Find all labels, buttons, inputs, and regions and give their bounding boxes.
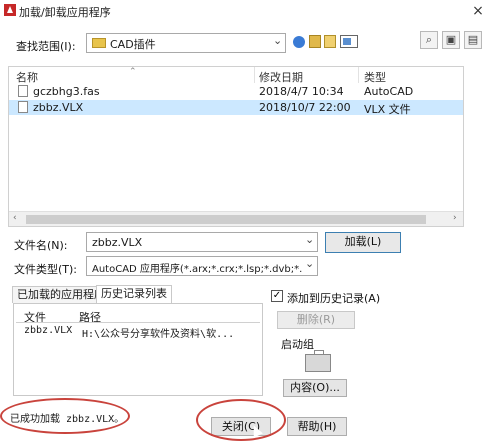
- file-icon: [18, 101, 28, 113]
- startup-group-label: 启动组: [281, 338, 314, 351]
- remove-button[interactable]: 删除(R): [277, 311, 355, 329]
- add-history-label: 添加到历史记录(A): [287, 292, 381, 305]
- file-list[interactable]: 名称 ⌃ 修改日期 类型 gczbhg3.fas 2018/4/7 10:34 …: [8, 66, 464, 227]
- file-name: gczbhg3.fas: [33, 85, 100, 98]
- file-type: VLX 文件: [364, 103, 411, 116]
- autocad-app-icon: [4, 4, 16, 16]
- web-icon[interactable]: ▤: [464, 31, 482, 49]
- lookin-combo[interactable]: CAD插件 ⌄: [86, 33, 286, 53]
- filename-label: 文件名(N):: [14, 239, 68, 252]
- back-icon[interactable]: [293, 36, 305, 48]
- lookin-value: CAD插件: [110, 38, 156, 51]
- column-divider: [254, 67, 255, 83]
- locate-icon[interactable]: ▣: [442, 31, 460, 49]
- filetype-combo[interactable]: AutoCAD 应用程序(*.arx;*.crx;*.lsp;*.dvb;*.d…: [86, 256, 318, 276]
- new-folder-icon[interactable]: [324, 35, 336, 48]
- chevron-down-icon[interactable]: ⌄: [305, 233, 314, 246]
- filename-value: zbbz.VLX: [92, 236, 143, 249]
- file-date: 2018/4/7 10:34: [259, 85, 344, 98]
- file-row-selected[interactable]: zbbz.VLX 2018/10/7 22:00 VLX 文件: [9, 100, 463, 116]
- column-header-type[interactable]: 类型: [364, 69, 386, 85]
- filename-field[interactable]: zbbz.VLX ⌄: [86, 232, 318, 252]
- history-path: H:\公众号分享软件及资料\软...: [82, 329, 235, 340]
- sort-chevron-icon: ⌃: [129, 67, 137, 77]
- history-file: zbbz.VLX: [24, 325, 73, 336]
- header-divider: [16, 322, 260, 323]
- add-history-checkbox[interactable]: ✓: [271, 290, 283, 302]
- views-icon[interactable]: [340, 35, 358, 48]
- column-header-date[interactable]: 修改日期: [259, 69, 303, 85]
- scroll-left-icon[interactable]: ‹: [13, 213, 17, 223]
- tab-history-list[interactable]: 历史记录列表: [96, 285, 172, 303]
- chevron-down-icon[interactable]: ⌄: [273, 34, 282, 47]
- window-title: 加载/卸载应用程序: [19, 6, 111, 19]
- lookin-label: 查找范围(I):: [16, 40, 76, 53]
- load-button[interactable]: 加载(L): [325, 232, 401, 253]
- column-divider: [358, 67, 359, 83]
- file-row[interactable]: gczbhg3.fas 2018/4/7 10:34 AutoCAD: [9, 84, 463, 99]
- annotation-oval-status: [0, 398, 130, 434]
- contents-button[interactable]: 内容(O)...: [283, 379, 347, 397]
- scroll-right-icon[interactable]: ›: [453, 213, 457, 223]
- chevron-down-icon[interactable]: ⌄: [305, 257, 315, 270]
- file-type: AutoCAD: [364, 85, 414, 98]
- window-close-button[interactable]: ×: [470, 3, 486, 19]
- history-list[interactable]: 文件 路径 zbbz.VLX H:\公众号分享软件及资料\软...: [13, 303, 263, 396]
- folder-icon: [92, 38, 106, 48]
- help-button[interactable]: 帮助(H): [287, 417, 347, 436]
- history-row[interactable]: zbbz.VLX H:\公众号分享软件及资料\软...: [14, 324, 262, 340]
- filetype-label: 文件类型(T):: [14, 263, 78, 276]
- column-header-name[interactable]: 名称: [16, 69, 38, 85]
- horizontal-scrollbar[interactable]: ‹ ›: [9, 211, 463, 226]
- filetype-value: AutoCAD 应用程序(*.arx;*.crx;*.lsp;*.dvb;*.d…: [92, 264, 302, 275]
- annotation-oval-close: [196, 399, 286, 441]
- find-icon[interactable]: ⌕: [420, 31, 438, 49]
- scrollbar-thumb[interactable]: [26, 215, 426, 224]
- briefcase-icon: [305, 350, 331, 372]
- file-name: zbbz.VLX: [33, 101, 84, 114]
- file-date: 2018/10/7 22:00: [259, 101, 351, 114]
- up-folder-icon[interactable]: [309, 35, 321, 48]
- file-icon: [18, 85, 28, 97]
